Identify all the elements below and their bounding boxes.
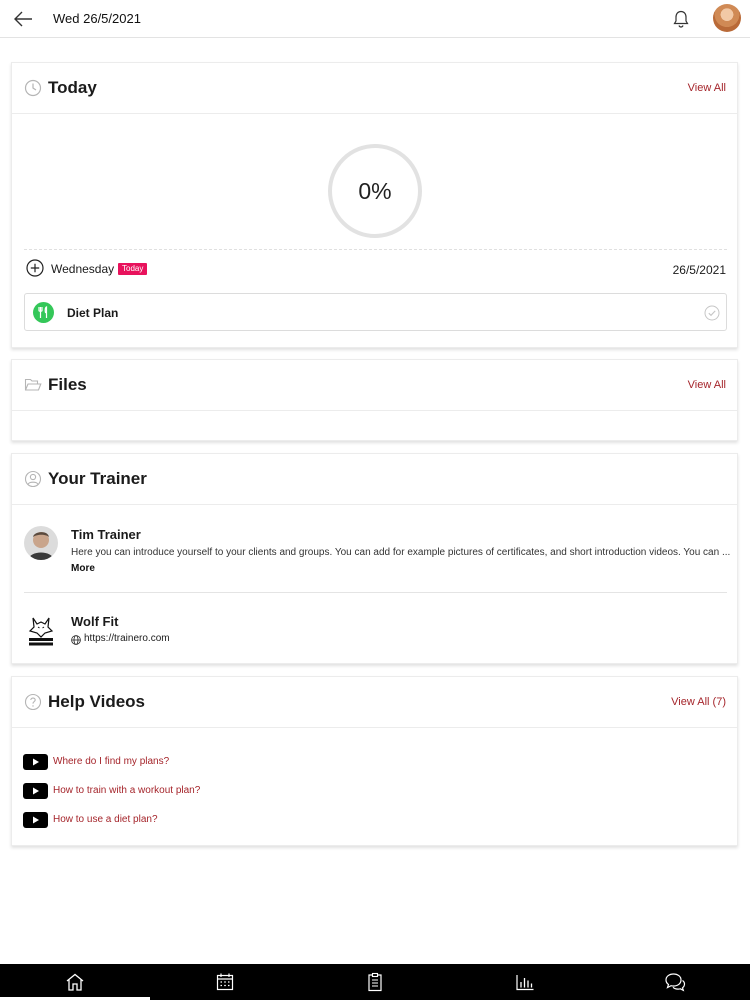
today-view-all-link[interactable]: View All [688,82,726,94]
folder-icon [24,378,42,391]
diet-plan-item[interactable]: Diet Plan [24,293,727,331]
progress-percent: 0% [358,178,392,204]
plan-name: Diet Plan [67,306,119,320]
youtube-play-icon [23,783,48,799]
trainer-title: Your Trainer [48,469,147,488]
divider [24,249,727,250]
files-card-header: Files View All [12,360,737,411]
youtube-play-icon [23,754,48,770]
wolf-fit-logo [24,614,58,648]
bottom-nav [0,964,750,1000]
globe-icon [71,635,81,645]
back-button[interactable] [12,9,34,29]
nav-home-button[interactable] [64,972,86,992]
calendar-icon [216,973,234,991]
home-icon [66,973,84,991]
trainer-card-header: Your Trainer [12,454,737,505]
page-title: Wed 26/5/2021 [53,11,141,26]
youtube-play-icon [23,812,48,828]
brand-name: Wolf Fit [71,614,119,629]
files-card: Files View All [11,359,738,441]
help-video-title: How to use a diet plan? [53,814,158,825]
trainer-bio-text: Here you can introduce yourself to your … [71,547,731,558]
nav-calendar-button[interactable] [214,972,236,992]
today-card-header: Today View All [12,63,737,114]
trainer-bio: Here you can introduce yourself to your … [71,545,731,577]
trainer-name: Tim Trainer [71,527,141,542]
clipboard-icon [368,972,382,992]
day-date: 26/5/2021 [672,263,726,277]
check-circle-icon[interactable] [704,305,720,321]
divider [24,592,727,593]
arrow-left-icon [14,11,32,27]
nav-chat-button[interactable] [664,972,686,992]
user-avatar[interactable] [713,4,741,32]
today-card: Today View All 0% Wednesday Today 26/5/2… [11,62,738,348]
today-badge: Today [118,263,148,275]
help-circle-icon [24,693,42,711]
day-name: Wednesday [51,262,115,276]
bell-icon [673,10,689,28]
help-video-title: Where do I find my plans? [53,756,170,767]
user-circle-icon [24,470,42,488]
files-view-all-link[interactable]: View All [688,379,726,391]
nav-plans-button[interactable] [364,972,386,992]
nav-stats-button[interactable] [514,972,536,992]
help-view-all-link[interactable]: View All (7) [671,696,726,708]
help-videos-card: Help Videos View All (7) Where do I find… [11,676,738,846]
help-card-header: Help Videos View All (7) [12,677,737,728]
cutlery-icon [33,302,54,323]
more-link[interactable]: More [71,563,95,574]
trainer-avatar[interactable] [24,526,58,560]
website-url: https://trainero.com [84,633,170,644]
notifications-button[interactable] [671,9,691,29]
add-circle-icon[interactable] [26,259,44,277]
trainer-card: Your Trainer Tim Trainer Here you can in… [11,453,738,664]
chat-icon [665,973,686,992]
files-title: Files [48,375,87,394]
clock-icon [24,79,42,97]
help-video-title: How to train with a workout plan? [53,785,201,796]
top-bar: Wed 26/5/2021 [0,0,750,38]
today-title: Today [48,78,97,97]
stats-icon [516,975,534,991]
help-title: Help Videos [48,692,145,711]
